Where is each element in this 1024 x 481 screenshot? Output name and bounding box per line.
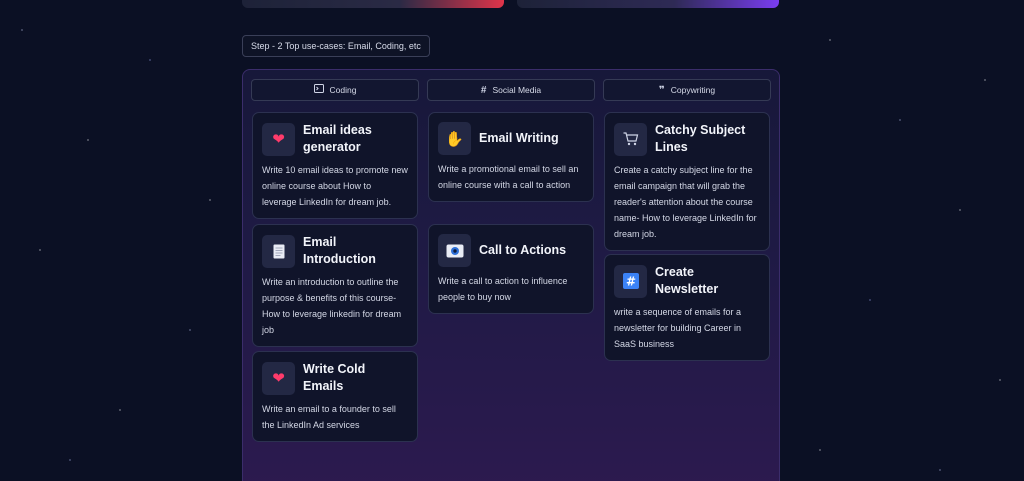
card-title: Create Newsletter — [655, 265, 719, 296]
card-title: Write Cold Emails — [303, 362, 366, 393]
card-write-cold-emails[interactable]: ❤ Write Cold Emails Write an email to a … — [252, 351, 418, 442]
svg-text:#: # — [625, 275, 635, 289]
use-cases-panel: Coding # Social Media ❞ Copywriting ❤ Em… — [242, 69, 780, 481]
card-description: Write an introduction to outline the pur… — [262, 277, 402, 335]
tab-coding[interactable]: Coding — [251, 79, 419, 101]
card-description: write a sequence of emails for a newslet… — [614, 307, 742, 349]
tab-social-media[interactable]: # Social Media — [427, 79, 595, 101]
card-description: Write a call to action to influence peop… — [438, 276, 568, 302]
card-title: Call to Actions — [479, 243, 567, 257]
quote-icon: ❞ — [658, 84, 665, 96]
card-call-to-actions[interactable]: Call to Actions Write a call to action t… — [428, 224, 594, 314]
card-create-newsletter[interactable]: # Create Newsletter write a sequence of … — [604, 254, 770, 361]
card-email-ideas-generator[interactable]: ❤ Email ideas generator Write 10 email i… — [252, 112, 418, 219]
heart-icon: ❤ — [262, 361, 295, 395]
tab-copywriting-label: Copywriting — [670, 85, 716, 95]
card-email-introduction[interactable]: Email Introduction Write an introduction… — [252, 224, 418, 347]
hash-icon: # — [480, 84, 487, 96]
hand-icon: ✋ — [438, 122, 471, 155]
eye-icon — [438, 234, 471, 267]
tab-social-media-label: Social Media — [492, 85, 542, 95]
tab-copywriting[interactable]: ❞ Copywriting — [603, 79, 771, 101]
card-title: Email Introduction — [303, 235, 376, 266]
card-title: Catchy Subject Lines — [655, 123, 746, 154]
card-title: Email Writing — [479, 131, 559, 145]
card-description: Write 10 email ideas to promote new onli… — [262, 165, 408, 207]
cart-icon — [614, 122, 647, 156]
card-title: Email ideas generator — [303, 123, 372, 154]
terminal-icon — [313, 84, 324, 96]
top-card-edge-left — [242, 0, 504, 8]
card-email-writing[interactable]: ✋ Email Writing Write a promotional emai… — [428, 112, 594, 202]
document-icon — [262, 234, 295, 268]
heart-icon: ❤ — [262, 122, 295, 156]
card-catchy-subject-lines[interactable]: Catchy Subject Lines Create a catchy sub… — [604, 112, 770, 251]
card-description: Create a catchy subject line for the ema… — [614, 165, 757, 239]
step-label: Step - 2 Top use-cases: Email, Coding, e… — [242, 35, 430, 57]
tab-coding-label: Coding — [329, 85, 357, 95]
top-card-edge-right — [517, 0, 779, 8]
card-description: Write an email to a founder to sell the … — [262, 404, 396, 430]
hash-box-icon: # — [614, 264, 647, 298]
card-description: Write a promotional email to sell an onl… — [438, 164, 579, 190]
